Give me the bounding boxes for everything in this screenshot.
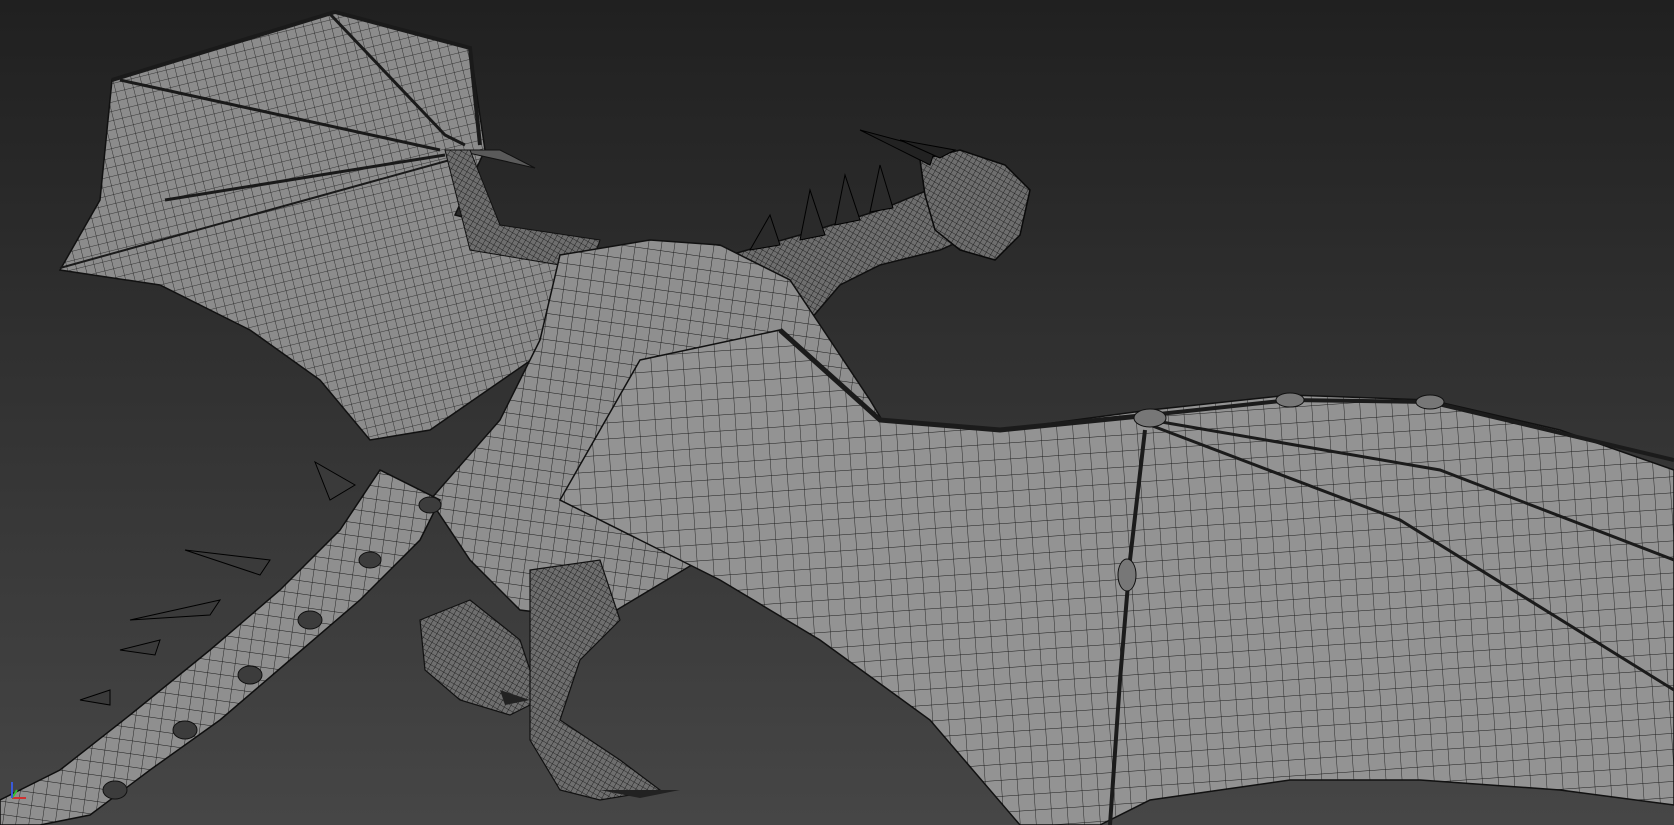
tail-scale-ring-2 — [237, 665, 263, 685]
tail-scale-ring-1 — [297, 610, 323, 630]
tail-scale-ring-3 — [172, 720, 198, 740]
wing-knuckle-3 — [1133, 408, 1167, 428]
axis-gizmo-icon — [11, 782, 26, 799]
tail-scale-ring-4 — [102, 780, 128, 800]
wing-knuckle-1 — [1275, 392, 1305, 408]
back-scale-ring-2 — [358, 551, 382, 569]
3d-viewport[interactable] — [0, 0, 1674, 825]
wing-knuckle-2 — [1415, 394, 1445, 410]
dragon-wireframe-model[interactable] — [0, 0, 1674, 825]
wing-knuckle-4 — [1117, 558, 1137, 592]
back-scale-ring-1 — [418, 496, 442, 514]
